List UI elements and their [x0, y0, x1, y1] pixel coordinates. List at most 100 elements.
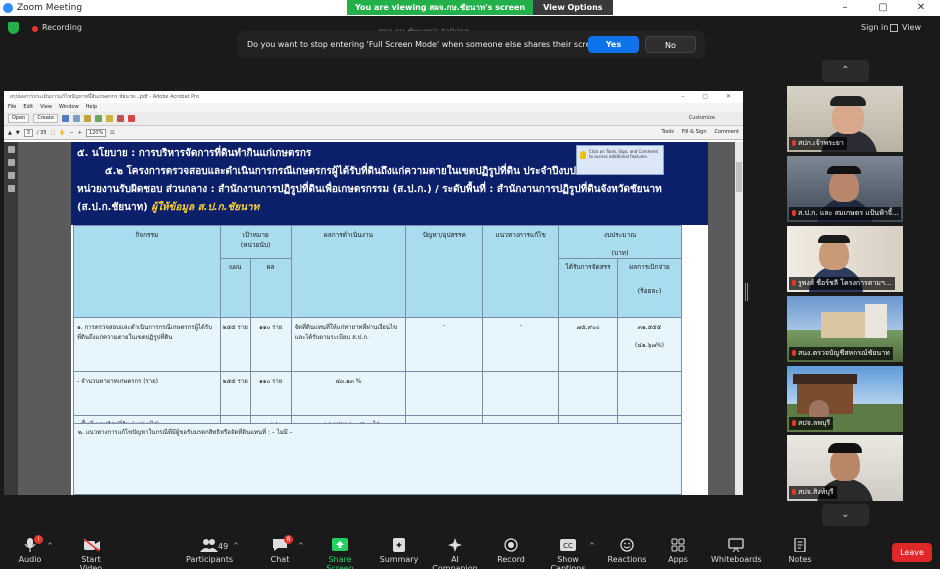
menu-view[interactable]: View	[40, 103, 52, 112]
cell-solutions	[482, 371, 560, 416]
video-tile[interactable]: สปก.เจ้าพระยา	[787, 86, 903, 152]
menu-edit[interactable]: Edit	[23, 103, 33, 112]
record-label: Record	[497, 555, 525, 564]
bookmarks-panel-icon[interactable]	[7, 159, 15, 166]
view-button[interactable]: View	[902, 23, 921, 32]
window-title: Zoom Meeting	[17, 3, 83, 13]
start-video-button[interactable]: Start Video	[69, 538, 113, 569]
mic-muted-icon	[792, 280, 796, 286]
show-captions-button[interactable]: CC Show Captions	[541, 538, 595, 569]
participants-label: Participants	[186, 555, 233, 564]
ai-companion-button[interactable]: AI Companion	[428, 538, 482, 569]
fill-sign-link[interactable]: Fill & Sign	[682, 129, 707, 135]
highlight-icon[interactable]	[116, 115, 124, 122]
video-tile[interactable]: สนง.ตรวจบัญชีสหกรณ์ชัยนาท	[787, 296, 903, 362]
chat-button[interactable]: 8 Chat	[266, 535, 294, 564]
scroll-thumb[interactable]	[736, 162, 742, 192]
cell-performance: ๔๓.๑๓ %	[290, 371, 407, 416]
select-tool-icon[interactable]: ⬚	[51, 130, 56, 136]
sign-in-link[interactable]: Sign in	[861, 23, 888, 32]
gallery-down-button[interactable]: ⌄	[822, 504, 869, 526]
col-result: ผล	[249, 258, 292, 318]
person-hair	[818, 235, 850, 243]
cell-spent	[617, 371, 682, 416]
open-button[interactable]: Open	[8, 114, 30, 123]
gallery-up-button[interactable]: ⌃	[822, 60, 869, 82]
start-video-label: Start Video	[79, 555, 103, 569]
person-hair	[828, 443, 862, 453]
close-button[interactable]: ✕	[902, 0, 940, 16]
cell-allocated	[558, 371, 619, 416]
informant-text: ผู้ให้ข้อมูล ส.ป.ก.ชัยนาท	[151, 202, 260, 213]
acrobat-toolbar-nav: ▲ ▼ 3 / 35 ⬚ ✋ − + 120% ⊡ Tools Fill & S…	[4, 126, 743, 140]
video-tile[interactable]: ส.ป.ก. และ สมเกษตร แป้นฟ้าจี้...	[787, 156, 903, 222]
comment-link[interactable]: Comment	[715, 129, 740, 135]
pages-panel-icon[interactable]	[7, 146, 15, 153]
menu-file[interactable]: File	[8, 103, 16, 112]
save-icon[interactable]	[61, 115, 69, 122]
attachments-panel-icon[interactable]	[7, 172, 15, 179]
whiteboards-button[interactable]: Whiteboards	[711, 538, 762, 564]
col-plan: แผน	[219, 258, 251, 318]
zoom-out-icon[interactable]: −	[70, 130, 74, 136]
participants-options-caret[interactable]: ^	[233, 542, 239, 550]
tools-link[interactable]: Tools	[662, 129, 674, 135]
video-tile[interactable]: สปจ.สิงห์บุรี	[787, 435, 903, 501]
pdf-icon[interactable]	[127, 115, 135, 122]
next-page-icon[interactable]: ▼	[16, 130, 20, 136]
summary-button[interactable]: Summary	[379, 538, 419, 564]
apps-button[interactable]: Apps	[666, 538, 690, 564]
table-row: - จำนวนทายาทเกษตรกร (ราย) ๒๕๕ ราย ๑๑๐ รา…	[73, 371, 682, 416]
recording-label[interactable]: Recording	[42, 23, 82, 32]
email-icon[interactable]	[83, 115, 91, 122]
viewing-banner: You are viewing สผจ.กษ.ชัยนาท's screen V…	[347, 0, 613, 15]
menu-help[interactable]: Help	[86, 103, 97, 112]
chat-options-caret[interactable]: ^	[298, 542, 304, 550]
zoom-level[interactable]: 120%	[85, 128, 107, 137]
shield-icon[interactable]	[8, 22, 19, 34]
reactions-button[interactable]: Reactions	[607, 538, 647, 564]
hand-tool-icon[interactable]: ✋	[59, 130, 65, 136]
print-icon[interactable]	[72, 115, 80, 122]
acrobat-title-bar: สรุปผลการประเมินการแก้ไขปัญหาหนี้สินเกษต…	[4, 91, 743, 103]
captions-options-caret[interactable]: ^	[589, 542, 595, 550]
acrobat-scrollbar[interactable]	[735, 142, 743, 495]
resize-handle[interactable]	[745, 283, 748, 301]
prev-page-icon[interactable]: ▲	[8, 130, 12, 136]
zoom-in-icon[interactable]: +	[78, 130, 82, 136]
comment-icon[interactable]	[105, 115, 113, 122]
video-tile[interactable]: รูพงส์ ชื่อร์ชลี โครงการตามฯ...	[787, 226, 903, 292]
acrobat-tooltip[interactable]: Click on Tools, Sign, and Comment to acc…	[576, 145, 664, 175]
zoom-meeting-window: Zoom Meeting – ▢ ✕ You are viewing สผจ.ก…	[0, 0, 940, 569]
settings-icon[interactable]	[94, 115, 102, 122]
col-spent-unit: (ร้อยละ)	[637, 287, 662, 295]
audio-button[interactable]: ! Audio	[18, 535, 43, 564]
page-number-input[interactable]: 3	[23, 128, 33, 137]
agency-heading-cont: (ส.ป.ก.ชัยนาท) ผู้ให้ข้อมูล ส.ป.ก.ชัยนาท	[77, 200, 702, 215]
minimize-button[interactable]: –	[826, 0, 864, 16]
menu-window[interactable]: Window	[59, 103, 79, 112]
leave-button[interactable]: Leave	[892, 543, 932, 562]
yes-button[interactable]: Yes	[588, 36, 639, 53]
cell-problems	[405, 371, 484, 416]
video-tile[interactable]: สปจ.ลพบุรี	[787, 366, 903, 432]
customize-menu[interactable]: Customize	[689, 115, 715, 121]
signatures-panel-icon[interactable]	[7, 185, 15, 192]
mic-muted-icon	[792, 420, 796, 426]
pdf-page: ๕. นโยบาย : การบริหารจัดการที่ดินทำกินแก…	[71, 142, 708, 495]
ai-sparkle-icon	[447, 538, 463, 552]
no-button[interactable]: No	[645, 36, 696, 53]
maximize-button[interactable]: ▢	[864, 0, 902, 16]
notes-button[interactable]: Notes	[788, 537, 812, 564]
share-screen-button[interactable]: Share Screen	[316, 538, 364, 569]
acrobat-toolbar-main: Open Create Customize	[4, 112, 743, 126]
participant-name: ส.ป.ก. และ สมเกษตร แป้นฟ้าจี้...	[789, 207, 901, 220]
audio-options-caret[interactable]: ^	[47, 542, 53, 550]
audio-warning-badge: !	[34, 535, 43, 544]
report-table: กิจกรรม เป้าหมาย (หน่วยนับ) ผลการดำเนินง…	[73, 225, 682, 432]
record-icon	[503, 538, 519, 552]
record-button[interactable]: Record	[497, 538, 525, 564]
create-button[interactable]: Create	[33, 114, 58, 123]
fit-page-icon[interactable]: ⊡	[110, 130, 114, 136]
view-options-button[interactable]: View Options	[533, 0, 613, 15]
